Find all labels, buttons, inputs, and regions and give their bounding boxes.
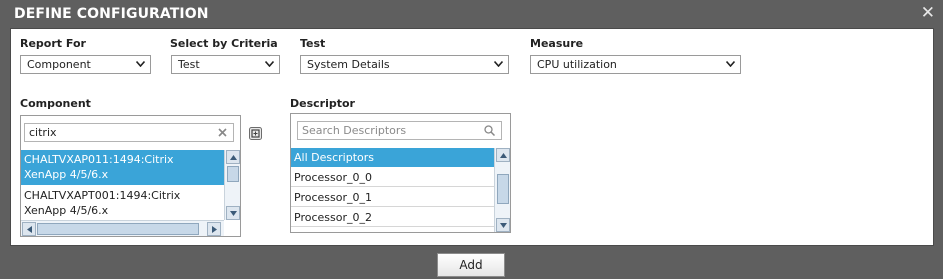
chevron-right-icon xyxy=(212,226,217,233)
chevron-down-icon xyxy=(136,61,145,67)
scroll-down-button[interactable] xyxy=(226,206,240,220)
report-for-select[interactable]: Component xyxy=(20,55,151,74)
component-item-line1: CHALTVXAP011:1494:Citrix xyxy=(24,153,174,166)
report-for-value: Component xyxy=(27,58,91,71)
scroll-thumb[interactable] xyxy=(227,166,239,182)
descriptor-list-item[interactable]: Processor_0_0 xyxy=(291,168,494,187)
chevron-down-icon xyxy=(494,61,503,67)
descriptor-label: Descriptor xyxy=(290,97,355,110)
chevron-down-icon xyxy=(230,211,237,216)
test-label: Test xyxy=(300,37,326,50)
descriptor-list-item[interactable]: Processor_0_2 xyxy=(291,208,494,227)
criteria-select[interactable]: Test xyxy=(171,55,280,74)
scroll-down-button[interactable] xyxy=(496,218,510,232)
descriptor-listbox: All Descriptors Processor_0_0 Processor_… xyxy=(290,113,511,233)
report-for-label: Report For xyxy=(20,37,86,50)
measure-label: Measure xyxy=(530,37,584,50)
chevron-down-icon xyxy=(726,61,735,67)
clear-icon[interactable] xyxy=(218,128,227,137)
scroll-thumb[interactable] xyxy=(37,223,199,235)
component-item-line2: XenApp 4/5/6.x xyxy=(24,168,109,181)
component-label: Component xyxy=(20,97,91,110)
component-vertical-scrollbar[interactable] xyxy=(224,150,240,220)
descriptor-list-item[interactable]: All Descriptors xyxy=(291,148,494,167)
chevron-down-icon xyxy=(500,223,507,228)
descriptor-list-item[interactable]: Processor_0_1 xyxy=(291,188,494,207)
configuration-panel: Report For Select by Criteria Test Measu… xyxy=(10,28,934,246)
dialog-title: DEFINE CONFIGURATION xyxy=(14,6,209,22)
scroll-up-button[interactable] xyxy=(226,150,240,164)
component-search-input[interactable] xyxy=(29,125,209,140)
criteria-value: Test xyxy=(178,58,200,71)
test-select[interactable]: System Details xyxy=(300,55,509,74)
component-item-line2: XenApp 4/5/6.x xyxy=(24,204,109,217)
add-button[interactable]: Add xyxy=(437,253,505,277)
component-search-field[interactable] xyxy=(24,123,234,142)
descriptor-search-field[interactable] xyxy=(297,121,502,140)
component-list-item[interactable]: CHALTVXAPT001:1494:Citrix XenApp 4/5/6.x xyxy=(21,186,224,220)
dialog-titlebar: DEFINE CONFIGURATION ✕ xyxy=(0,0,943,28)
chevron-down-icon xyxy=(265,61,274,67)
component-listbox: CHALTVXAP011:1494:Citrix XenApp 4/5/6.x … xyxy=(20,115,241,237)
expand-icon[interactable] xyxy=(249,127,262,140)
component-list-item[interactable]: CHALTVXAP011:1494:Citrix XenApp 4/5/6.x xyxy=(21,150,224,185)
descriptor-vertical-scrollbar[interactable] xyxy=(494,148,510,232)
chevron-left-icon xyxy=(27,226,32,233)
criteria-label: Select by Criteria xyxy=(170,37,278,50)
measure-select[interactable]: CPU utilization xyxy=(530,55,741,74)
component-item-line1: CHALTVXAPT001:1494:Citrix xyxy=(24,189,181,202)
scroll-thumb[interactable] xyxy=(497,174,509,204)
scroll-right-button[interactable] xyxy=(207,222,221,236)
descriptor-search-input[interactable] xyxy=(302,123,482,138)
search-icon xyxy=(484,125,495,136)
test-value: System Details xyxy=(307,58,390,71)
scroll-left-button[interactable] xyxy=(22,222,36,236)
measure-value: CPU utilization xyxy=(537,58,617,71)
component-horizontal-scrollbar[interactable] xyxy=(21,220,224,236)
scroll-up-button[interactable] xyxy=(496,148,510,162)
chevron-up-icon xyxy=(230,155,237,160)
chevron-up-icon xyxy=(500,153,507,158)
close-icon[interactable]: ✕ xyxy=(921,2,935,24)
